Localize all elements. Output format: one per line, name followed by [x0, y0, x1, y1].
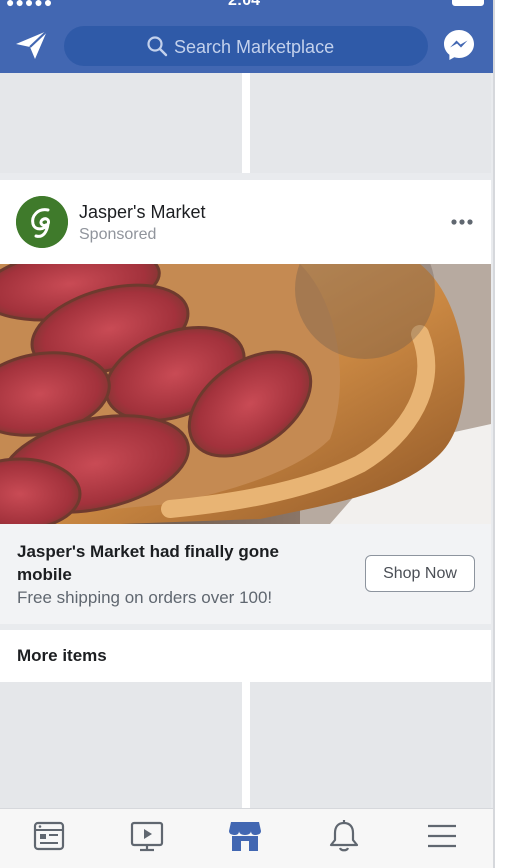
search-icon — [147, 36, 168, 57]
product-tile[interactable] — [250, 682, 491, 808]
marketplace-icon[interactable] — [227, 818, 263, 854]
battery-icon — [452, 0, 484, 6]
product-tile[interactable] — [0, 682, 242, 808]
more-options-icon[interactable] — [448, 210, 476, 234]
menu-icon[interactable] — [424, 818, 460, 854]
notifications-icon[interactable] — [326, 818, 362, 854]
search-input[interactable]: Search Marketplace — [174, 37, 334, 58]
grid-divider — [242, 73, 250, 173]
sponsored-label: Sponsored — [79, 226, 157, 243]
ad-headline[interactable]: Jasper's Market had finally gone mobile — [17, 540, 337, 586]
watch-icon[interactable] — [129, 818, 165, 854]
signal-indicator: ●●●●● — [6, 0, 54, 10]
screen-edge — [493, 0, 520, 868]
messenger-icon[interactable] — [442, 28, 476, 62]
top-bar: ●●●●● 2:04 Search Marketplace — [0, 0, 493, 73]
grid-divider — [242, 682, 250, 808]
page-name[interactable]: Jasper's Market — [79, 202, 205, 223]
more-items-label: More items — [17, 646, 107, 665]
product-tile[interactable] — [0, 73, 242, 173]
news-feed-icon[interactable] — [31, 818, 67, 854]
status-time: 2:04 — [228, 0, 261, 9]
paper-plane-icon[interactable] — [14, 28, 50, 62]
jaspers-market-logo[interactable] — [16, 196, 68, 248]
shop-now-button[interactable]: Shop Now — [365, 555, 475, 592]
ad-description: Free shipping on orders over 100! — [17, 588, 273, 607]
phone-screen: ●●●●● 2:04 Search Marketplace Jasper's M… — [0, 0, 493, 868]
ad-image[interactable] — [0, 264, 491, 524]
product-tile[interactable] — [250, 73, 491, 173]
